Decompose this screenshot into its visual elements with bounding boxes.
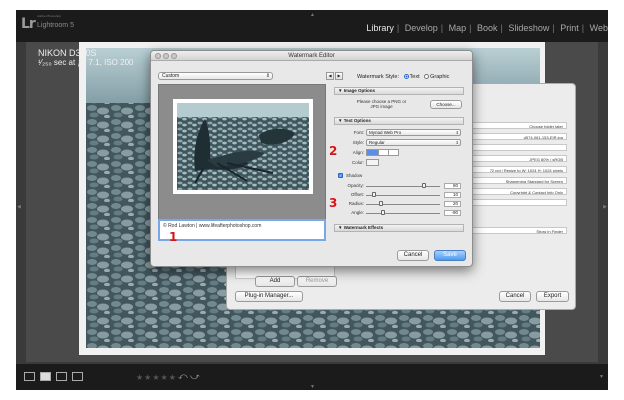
export-button[interactable]: Export [536,291,569,302]
photo-info-overlay: NIKON D300S ¹⁄₂₅₀ sec at ƒ / 7.1, ISO 20… [38,48,133,68]
module-book[interactable]: Book [477,23,498,33]
module-library[interactable]: Library [366,23,394,33]
callout-2: 2 [329,144,338,158]
font-label: Font: [353,130,364,135]
exposure-info: ¹⁄₂₅₀ sec at ƒ / 7.1, ISO 200 [38,58,134,67]
style-graphic-label: Graphic [430,74,450,80]
align-right-icon[interactable] [388,150,398,155]
watermark-effects-header[interactable]: ▼ Watermark Effects [334,224,464,232]
align-segmented-control [366,149,399,156]
title-bar: Watermark Editor [151,51,472,61]
module-develop[interactable]: Develop [405,23,438,33]
preset-select[interactable]: Custom ⇕ [158,72,273,80]
offset-slider[interactable] [366,195,440,196]
style-select[interactable]: Regular ⇕ [366,139,461,146]
updown-chevron-icon: ⇕ [455,130,459,135]
style-text-label: Text [409,74,420,80]
rotate-icons[interactable]: ⤺ ⤻ [178,371,200,382]
updown-chevron-icon: ⇕ [265,73,270,79]
opacity-slider[interactable] [366,186,440,187]
options-panel: ▼ Image Options Please choose a PNG or J… [334,86,466,236]
watermark-style-group: Watermark Style: Text Graphic [357,74,449,80]
right-panel-toggle-icon[interactable]: ▶ [603,204,607,210]
image-options-hint: Please choose a PNG or JPG image [356,99,407,109]
collapse-bottom-icon[interactable]: ▼ [310,384,315,390]
compare-view-icon[interactable] [56,372,67,381]
color-label: Color: [351,160,364,165]
image-options-header[interactable]: ▼ Image Options [334,87,464,95]
save-button[interactable]: Save [434,250,466,261]
style-label: Style: [352,140,364,145]
angle-slider-knob[interactable] [381,210,385,215]
offset-slider-knob[interactable] [372,192,376,197]
module-bar: Adobe Photoshop Lr Lightroom 5 ▲ Library… [16,10,608,42]
preset-value: Custom [162,73,180,79]
export-cancel-button[interactable]: Cancel [499,291,531,302]
opacity-slider-knob[interactable] [422,183,426,188]
grid-view-icon[interactable] [24,372,35,381]
angle-label: Angle: [351,210,364,215]
dialog-title: Watermark Editor [288,53,335,59]
rating-stars[interactable]: ★★★★★ [136,373,177,382]
next-image-button[interactable]: ▶ [335,72,343,80]
watermark-editor-dialog: Watermark Editor Custom ⇕ ◀ ▶ Watermark … [150,50,473,267]
module-picker: Library | Develop | Map | Book | Slideshow | … [366,23,608,33]
lightroom-logo: Lr [21,16,36,32]
add-preset-button[interactable]: Add [255,276,295,287]
toolbar-menu-icon[interactable]: ▼ [599,374,604,380]
shadow-checkbox[interactable]: ✓ [338,173,343,178]
updown-chevron-icon: ⇕ [455,140,459,145]
product-name: Lightroom 5 [37,22,74,29]
font-select[interactable]: Myriad Web Pro ⇕ [366,129,461,136]
left-panel-toggle-icon[interactable]: ◀ [17,204,21,210]
callout-3: 3 [329,196,338,210]
radius-slider[interactable] [366,204,440,205]
style-graphic-radio[interactable] [424,74,430,79]
watermark-style-label: Watermark Style: [357,74,399,80]
module-map[interactable]: Map [449,23,467,33]
watermark-text-field[interactable]: © Rod Lawton | www.lifeafterphotoshop.co… [158,219,326,241]
color-swatch[interactable] [366,159,379,166]
previous-image-button[interactable]: ◀ [326,72,334,80]
choose-image-button[interactable]: Choose... [430,100,462,109]
toolbar: ★★★★★ ⤺ ⤻ ▼ ▼ [16,364,608,390]
align-label: Align: [352,150,364,155]
camera-model: NIKON D300S [38,48,97,58]
adobe-sub-label: Adobe Photoshop [37,14,61,18]
opacity-value[interactable]: 80 [444,183,461,189]
offset-label: Offset: [350,192,364,197]
radius-value[interactable]: 20 [444,201,461,207]
angle-value[interactable]: -90 [444,210,461,216]
text-options-header[interactable]: ▼ Text Options [334,117,464,125]
watermark-preview [158,84,326,223]
collapse-top-icon[interactable]: ▲ [310,12,315,18]
survey-view-icon[interactable] [72,372,83,381]
callout-1: 1 [169,230,178,244]
module-web[interactable]: Web [590,23,608,33]
offset-value[interactable]: 10 [444,192,461,198]
module-slideshow[interactable]: Slideshow [508,23,549,33]
align-left-icon[interactable] [367,150,378,155]
radius-label: Radius: [348,201,364,206]
angle-slider[interactable] [366,213,440,214]
opacity-label: Opacity: [347,183,364,188]
module-print[interactable]: Print [560,23,579,33]
plugin-manager-button[interactable]: Plug-in Manager... [235,291,303,302]
remove-preset-button[interactable]: Remove [297,276,337,287]
style-text-radio[interactable] [403,74,409,79]
radius-slider-knob[interactable] [379,201,383,206]
preview-thumbnail [173,99,313,194]
shadow-label: Shadow [346,173,363,178]
loupe-view-icon[interactable] [40,372,51,381]
cancel-button[interactable]: Cancel [397,250,429,261]
align-center-icon[interactable] [378,150,388,155]
